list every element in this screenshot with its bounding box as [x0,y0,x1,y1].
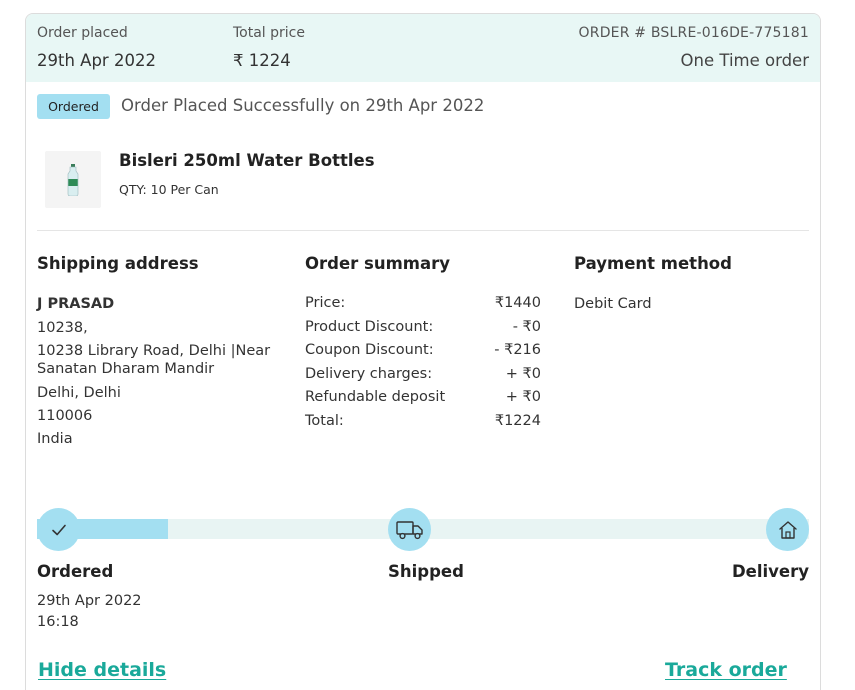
summary-total-row: Total: ₹1224 [305,413,541,429]
shipping-country: India [37,431,73,447]
shipping-pincode: 110006 [37,408,93,424]
total-price-value: ₹ 1224 [233,51,291,70]
summary-value: ₹1440 [494,295,541,311]
step-delivery [766,508,809,551]
summary-value: - ₹216 [494,342,541,358]
order-placed-date: 29th Apr 2022 [37,51,156,70]
shipping-address-title: Shipping address [37,254,199,273]
home-icon [778,520,797,539]
shipping-city: Delhi, Delhi [37,385,121,401]
truck-icon [395,520,423,539]
summary-row: Refundable deposit + ₹0 [305,389,541,405]
product-thumbnail[interactable] [45,151,101,208]
status-message: Order Placed Successfully on 29th Apr 20… [121,96,485,115]
order-type: One Time order [680,51,809,70]
hide-details-link[interactable]: Hide details [38,659,166,681]
step-label-ordered: Ordered [37,562,114,581]
step-ordered [37,508,80,551]
check-icon [51,524,66,535]
order-header: Order placed 29th Apr 2022 Total price ₹… [26,14,820,82]
order-placed-label: Order placed [37,25,128,41]
shipping-line-1: 10238, [37,320,88,336]
order-number: ORDER # BSLRE-016DE-775181 [578,25,809,41]
summary-label: Delivery charges: [305,366,433,382]
track-order-link[interactable]: Track order [665,659,787,681]
payment-method-value: Debit Card [574,296,652,312]
ordered-time: 16:18 [37,614,79,630]
summary-row: Price: ₹1440 [305,295,541,311]
divider [37,230,809,231]
order-summary-title: Order summary [305,254,451,273]
ordered-date: 29th Apr 2022 [37,593,142,609]
summary-row: Product Discount: - ₹0 [305,319,541,335]
product-name[interactable]: Bisleri 250ml Water Bottles [119,151,375,170]
summary-value: + ₹0 [505,389,541,405]
summary-label: Coupon Discount: [305,342,434,358]
step-label-shipped: Shipped [388,562,464,581]
shipping-name: J PRASAD [37,296,115,312]
summary-label: Product Discount: [305,319,434,335]
payment-method-title: Payment method [574,254,732,273]
product-quantity: QTY: 10 Per Can [119,182,219,197]
step-shipped [388,508,431,551]
summary-label: Refundable deposit [305,389,446,405]
summary-row: Delivery charges: + ₹0 [305,366,541,382]
step-label-delivery: Delivery [731,562,809,581]
summary-row: Coupon Discount: - ₹216 [305,342,541,358]
water-bottle-icon [67,163,79,196]
status-badge: Ordered [37,94,110,119]
total-price-label: Total price [233,25,305,41]
summary-label: Total: [305,413,344,429]
order-card: Order placed 29th Apr 2022 Total price ₹… [25,13,821,690]
summary-value: + ₹0 [505,366,541,382]
shipping-line-2: 10238 Library Road, Delhi |Near Sanatan … [37,343,271,377]
summary-value: - ₹0 [512,319,541,335]
summary-value: ₹1224 [494,413,541,429]
summary-label: Price: [305,295,346,311]
